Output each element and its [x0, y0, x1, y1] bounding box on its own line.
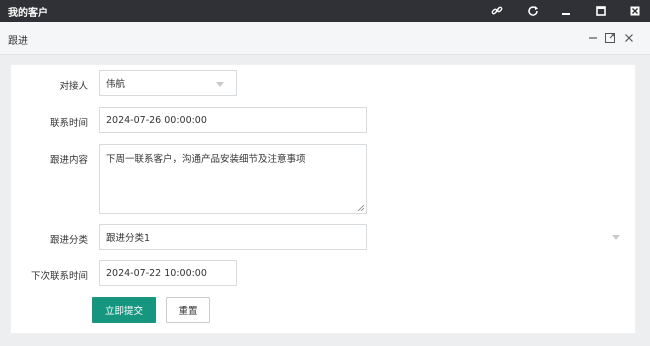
- submit-button[interactable]: 立即提交: [92, 297, 156, 323]
- reset-button[interactable]: 重置: [166, 297, 210, 323]
- maximize-icon[interactable]: [593, 3, 609, 19]
- contact-label: 对接人: [59, 81, 88, 92]
- content-label: 跟进内容: [49, 155, 88, 166]
- next-time-value: 2024-07-22 10:00:00: [106, 267, 207, 279]
- close-icon[interactable]: [627, 3, 643, 19]
- chevron-down-icon: [216, 82, 224, 87]
- refresh-icon[interactable]: [525, 3, 541, 19]
- contact-select[interactable]: 伟航: [99, 70, 237, 96]
- resize-grip-icon[interactable]: [358, 205, 364, 211]
- content-textarea[interactable]: 下周一联系客户，沟通产品安装细节及注意事项: [99, 144, 367, 214]
- next-time-label: 下次联系时间: [30, 271, 88, 282]
- next-time-input[interactable]: 2024-07-22 10:00:00: [99, 260, 237, 286]
- category-label: 跟进分类: [49, 235, 88, 246]
- contact-value: 伟航: [106, 79, 126, 90]
- dialog-title: 跟进: [8, 36, 28, 47]
- contact-time-label: 联系时间: [49, 118, 88, 129]
- link-icon[interactable]: [489, 3, 505, 19]
- contact-time-value: 2024-07-26 00:00:00: [106, 114, 207, 126]
- app-topbar: 我的客户: [0, 0, 650, 22]
- category-value: 跟进分类1: [106, 233, 151, 244]
- chevron-down-icon[interactable]: [612, 235, 620, 240]
- dialog-header: 跟进: [0, 22, 650, 55]
- content-value: 下周一联系客户，沟通产品安装细节及注意事项: [106, 154, 306, 165]
- minimize-icon[interactable]: [587, 32, 599, 44]
- contact-time-input[interactable]: 2024-07-26 00:00:00: [99, 107, 367, 133]
- expand-icon[interactable]: [604, 32, 616, 44]
- app-title: 我的客户: [8, 8, 48, 19]
- category-select[interactable]: 跟进分类1: [99, 224, 367, 250]
- close-icon[interactable]: [623, 32, 635, 44]
- minimize-icon[interactable]: [558, 3, 574, 19]
